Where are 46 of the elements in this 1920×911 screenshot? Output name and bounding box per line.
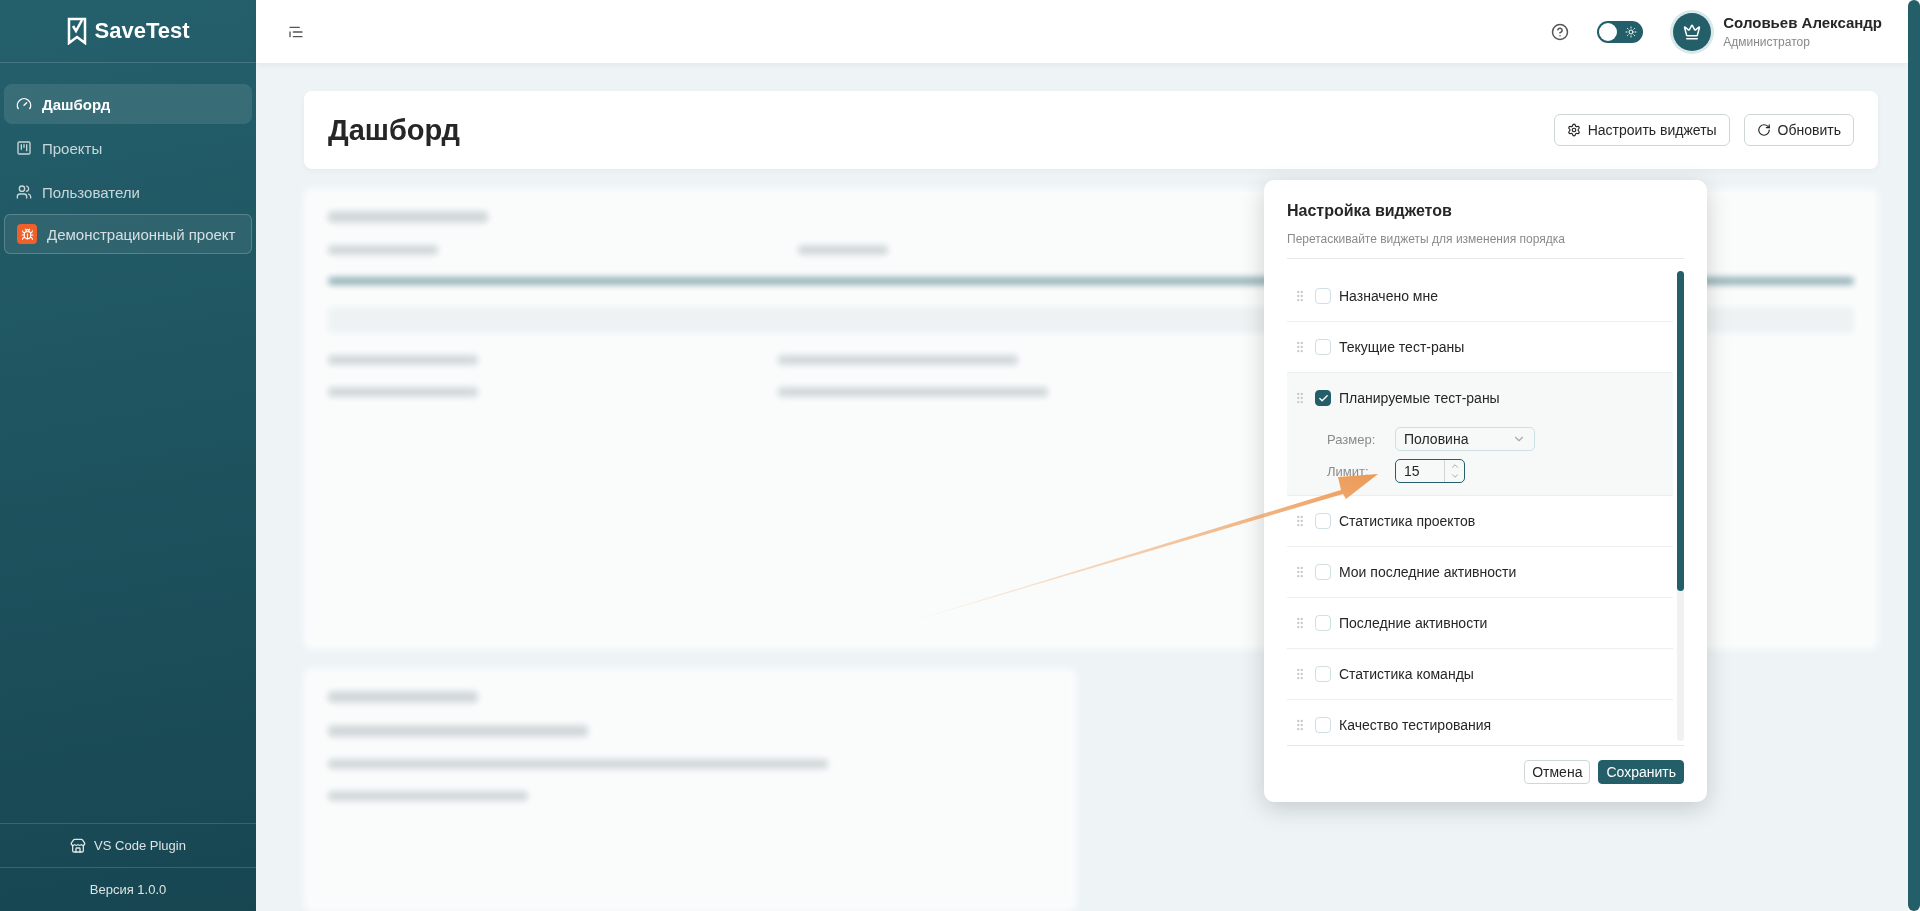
- nav-icon: [16, 184, 32, 200]
- settings-icon: [1566, 123, 1581, 137]
- widget-label: Мои последние активности: [1339, 564, 1517, 580]
- user-role: Администратор: [1723, 35, 1811, 49]
- popover-subtitle: Перетаскивайте виджеты для изменения порядка: [1287, 232, 1566, 246]
- widget-label: Планируемые тест-раны: [1339, 390, 1500, 406]
- checkbox[interactable]: [1315, 390, 1331, 406]
- cancel-button[interactable]: Отмена: [1524, 760, 1591, 784]
- configure-button[interactable]: Настроить виджеты: [1553, 114, 1730, 146]
- popover-title: Настройка виджетов: [1287, 202, 1453, 220]
- increment-icon[interactable]: [1449, 461, 1460, 471]
- sidebar-item[interactable]: Дашборд: [4, 84, 252, 124]
- save-button[interactable]: Сохранить: [1598, 760, 1684, 784]
- widget-label: Текущие тест-раны: [1339, 339, 1465, 355]
- limit-label: Лимит:: [1327, 463, 1370, 479]
- check-icon: [1317, 392, 1329, 404]
- avatar-icon[interactable]: [1673, 12, 1712, 51]
- logo-text: SaveTest: [94, 18, 190, 44]
- sidebar-item[interactable]: Проекты: [4, 128, 252, 168]
- widget-label: Качество тестирования: [1339, 717, 1492, 733]
- project-item[interactable]: Демонстрационный проект: [4, 214, 252, 254]
- widget-label: Назначено мне: [1339, 288, 1438, 304]
- scrollbar-thumb[interactable]: [1677, 271, 1684, 591]
- limit-input[interactable]: 15: [1395, 459, 1465, 483]
- size-select[interactable]: Половина: [1395, 427, 1535, 451]
- widget-label: Статистика проектов: [1339, 513, 1476, 529]
- nav-icon: [16, 140, 32, 156]
- size-label: Размер:: [1327, 431, 1377, 447]
- refresh-icon: [1756, 123, 1771, 137]
- bug-icon: [17, 224, 37, 244]
- store-icon: [70, 837, 87, 854]
- page-title: Дашборд: [328, 113, 461, 147]
- sun-icon: [1625, 25, 1638, 38]
- page-scrollbar[interactable]: [1908, 0, 1920, 911]
- logo-icon: [66, 17, 87, 45]
- version-text: Версия 1.0.0: [89, 882, 167, 897]
- widget-item[interactable]: Планируемые тест-раны Размер: Половина Лимит: 15: [1287, 373, 1673, 496]
- decrement-icon[interactable]: [1449, 471, 1460, 481]
- widget-label: Последние активности: [1339, 615, 1488, 631]
- help-icon[interactable]: [1551, 22, 1570, 41]
- theme-toggle[interactable]: [1597, 20, 1644, 43]
- refresh-button[interactable]: Обновить: [1743, 114, 1854, 146]
- widget-label: Статистика команды: [1339, 666, 1474, 682]
- sidebar-item[interactable]: Пользователи: [4, 172, 252, 212]
- nav-icon: [16, 96, 32, 112]
- user-name: Соловьев Александр: [1723, 14, 1882, 31]
